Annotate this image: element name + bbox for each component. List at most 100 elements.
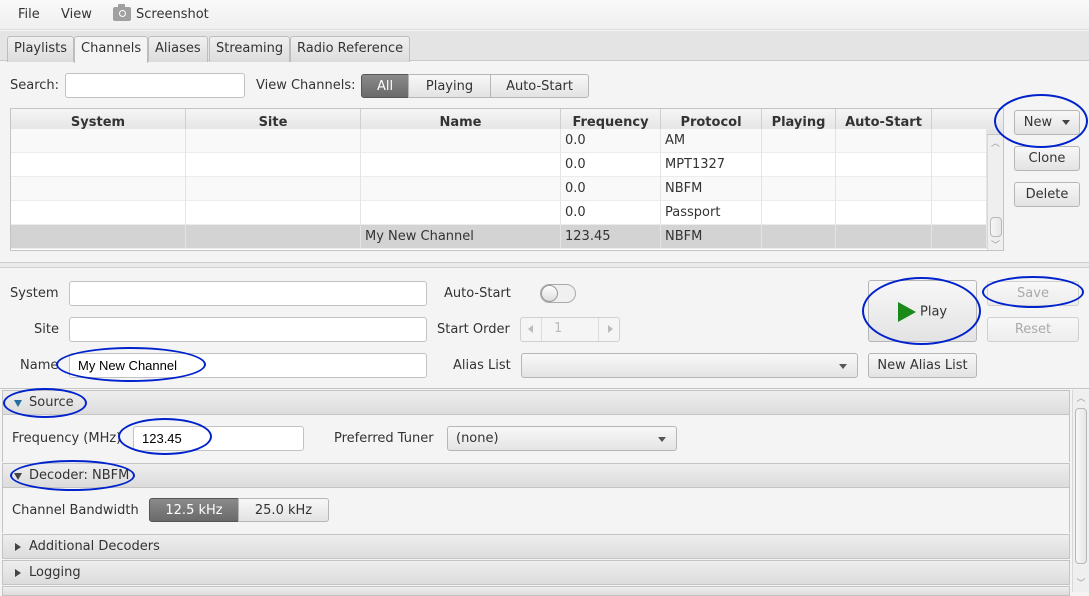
additional-decoders-header[interactable]: Additional Decoders	[2, 534, 1070, 559]
split-pane-divider[interactable]	[0, 262, 1089, 268]
cell-site	[186, 201, 361, 225]
source-title: Source	[29, 395, 74, 410]
chevron-down-icon	[658, 437, 666, 442]
preferred-tuner-value: (none)	[456, 431, 499, 446]
table-row[interactable]: My New Channel 123.45 NBFM	[11, 225, 987, 249]
auto-start-switch[interactable]	[540, 284, 576, 303]
cell-frequency: 0.0	[561, 201, 661, 225]
cell-protocol: MPT1327	[661, 153, 762, 177]
system-input[interactable]	[69, 281, 427, 306]
scroll-up-icon[interactable]: ︿	[1073, 391, 1089, 404]
play-label: Play	[920, 304, 948, 320]
increment-icon[interactable]	[608, 325, 613, 333]
decrement-icon[interactable]	[528, 325, 533, 333]
scroll-thumb[interactable]	[990, 217, 1002, 237]
logging-title: Logging	[29, 565, 81, 580]
menu-view[interactable]: View	[61, 7, 92, 22]
menu-file[interactable]: File	[18, 7, 40, 22]
view-playing-toggle[interactable]: Playing	[408, 74, 491, 98]
alias-list-select[interactable]	[521, 353, 858, 378]
cell-auto-start	[836, 129, 932, 153]
tab-streaming[interactable]: Streaming	[209, 36, 291, 62]
cell-auto-start	[836, 201, 932, 225]
table-row[interactable]: 0.0 MPT1327	[11, 153, 987, 177]
scroll-down-icon[interactable]: ﹀	[988, 238, 1003, 250]
table-row[interactable]: 0.0 AM	[11, 129, 987, 153]
site-label: Site	[34, 322, 59, 337]
play-icon	[897, 302, 916, 322]
preferred-tuner-label: Preferred Tuner	[334, 431, 434, 446]
view-auto-start-toggle[interactable]: Auto-Start	[490, 74, 589, 98]
cell-playing	[762, 177, 836, 201]
scroll-thumb[interactable]	[1075, 408, 1087, 564]
name-input[interactable]	[69, 353, 427, 378]
tab-radio-reference[interactable]: Radio Reference	[290, 36, 411, 62]
logging-header[interactable]: Logging	[2, 560, 1070, 585]
bandwidth-12-5-toggle[interactable]: 12.5 kHz	[149, 498, 239, 522]
tab-channels[interactable]: Channels	[74, 36, 149, 63]
auto-start-label: Auto-Start	[444, 286, 511, 301]
expanded-triangle-icon	[14, 400, 22, 407]
cell-protocol: NBFM	[661, 225, 762, 249]
cell-system	[11, 225, 186, 249]
preferred-tuner-select[interactable]: (none)	[447, 426, 677, 451]
decoder-title: Decoder: NBFM	[29, 468, 130, 483]
clone-button[interactable]: Clone	[1014, 146, 1080, 171]
section-separator	[0, 388, 1089, 389]
additional-decoders-title: Additional Decoders	[29, 539, 160, 554]
cell-site	[186, 129, 361, 153]
frequency-label: Frequency (MHz)	[12, 431, 122, 446]
switch-knob	[541, 285, 558, 302]
cell-system	[11, 177, 186, 201]
cell-protocol: Passport	[661, 201, 762, 225]
frequency-input[interactable]	[133, 426, 304, 451]
cell-site	[186, 225, 361, 249]
view-all-toggle[interactable]: All	[361, 74, 409, 98]
start-order-spinner[interactable]: 1	[520, 317, 620, 342]
search-label: Search:	[10, 78, 60, 93]
reset-button[interactable]: Reset	[987, 317, 1079, 342]
source-section-header[interactable]: Source	[2, 390, 1070, 415]
chevron-down-icon	[1062, 120, 1071, 125]
cell-protocol: NBFM	[661, 177, 762, 201]
new-alias-list-button[interactable]: New Alias List	[868, 353, 977, 378]
start-order-value: 1	[541, 318, 599, 341]
cell-frequency: 0.0	[561, 153, 661, 177]
system-label: System	[10, 286, 59, 301]
cell-filler	[932, 129, 987, 153]
cell-playing	[762, 225, 836, 249]
cell-protocol: AM	[661, 129, 762, 153]
decoder-section-header[interactable]: Decoder: NBFM	[2, 463, 1070, 488]
cell-name	[361, 129, 561, 153]
new-button-label: New	[1023, 115, 1053, 130]
name-label: Name	[20, 358, 59, 373]
scroll-up-icon[interactable]: ︿	[988, 136, 1003, 149]
site-input[interactable]	[69, 317, 427, 342]
delete-button[interactable]: Delete	[1014, 182, 1080, 207]
table-scrollbar[interactable]: ︿ ﹀	[987, 135, 1003, 250]
play-button[interactable]: Play	[868, 280, 977, 342]
cell-playing	[762, 129, 836, 153]
cell-frequency: 0.0	[561, 129, 661, 153]
menu-screenshot[interactable]: Screenshot	[136, 7, 209, 22]
cell-frequency: 123.45	[561, 225, 661, 249]
cell-auto-start	[836, 153, 932, 177]
search-input[interactable]	[65, 73, 245, 98]
new-button[interactable]: New	[1014, 110, 1080, 135]
table-row[interactable]: 0.0 Passport	[11, 201, 987, 225]
table-row[interactable]: 0.0 NBFM	[11, 177, 987, 201]
alias-list-label: Alias List	[453, 358, 511, 373]
cell-site	[186, 177, 361, 201]
tab-playlists[interactable]: Playlists	[7, 36, 74, 62]
save-button[interactable]: Save	[987, 281, 1079, 306]
cell-site	[186, 153, 361, 177]
editor-scrollbar[interactable]: ︿ ﹀	[1072, 390, 1089, 592]
cell-name: My New Channel	[361, 225, 561, 249]
cell-playing	[762, 153, 836, 177]
view-channels-label: View Channels:	[256, 78, 356, 93]
scroll-down-icon[interactable]: ﹀	[1073, 576, 1089, 589]
tab-aliases[interactable]: Aliases	[148, 36, 208, 62]
camera-icon[interactable]	[113, 4, 131, 21]
bandwidth-25-0-toggle[interactable]: 25.0 kHz	[238, 498, 329, 522]
next-section-header[interactable]	[2, 586, 1070, 596]
